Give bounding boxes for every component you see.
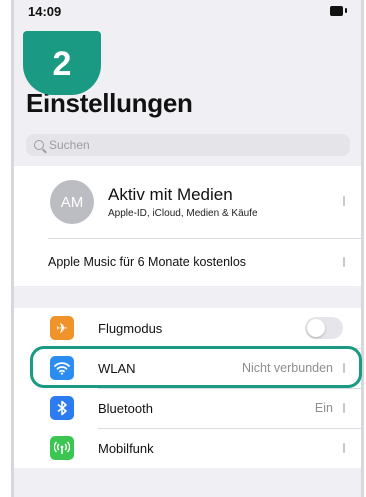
search-input[interactable] [49,138,329,152]
settings-row-mobile-data[interactable]: Mobilfunk [14,428,361,468]
avatar: AM [50,180,94,224]
battery-icon [330,6,343,16]
settings-row-label: WLAN [98,360,136,376]
toggle-knob [307,319,325,337]
search-icon [34,140,44,150]
account-text: Aktiv mit Medien Apple-ID, iCloud, Medie… [108,185,258,219]
bluetooth-status: Ein [314,401,333,415]
apple-music-promo-row[interactable]: Apple Music für 6 Monate kostenlos [14,238,361,286]
settings-group: ✈ Flugmodus WLAN Nicht verbunden Bluetoo… [14,308,361,468]
settings-row-airplane-mode[interactable]: ✈ Flugmodus [14,308,361,348]
antenna-icon [50,436,74,460]
settings-row-wlan[interactable]: WLAN Nicht verbunden [14,348,361,388]
account-subtitle: Apple-ID, iCloud, Medien & Käufe [108,208,258,219]
account-name: Aktiv mit Medien [108,185,233,204]
airplane-icon: ✈ [50,316,74,340]
account-group: AM Aktiv mit Medien Apple-ID, iCloud, Me… [14,166,361,286]
status-bar: 14:09 [14,0,361,24]
battery-tip [345,8,347,13]
status-time: 14:09 [28,4,62,19]
search-bar[interactable] [26,134,350,156]
bluetooth-icon [50,396,74,420]
chevron-right-icon [343,443,345,453]
settings-row-label: Flugmodus [98,320,163,336]
step-number-badge: 2 [23,31,101,95]
wifi-icon [50,356,74,380]
chevron-right-icon [343,196,345,206]
chevron-right-icon [343,257,345,267]
apple-music-promo-label: Apple Music für 6 Monate kostenlos [48,255,247,269]
settings-row-bluetooth[interactable]: Bluetooth Ein [14,388,361,428]
account-row[interactable]: AM Aktiv mit Medien Apple-ID, iCloud, Me… [14,166,361,238]
settings-row-label: Mobilfunk [98,440,154,456]
settings-row-label: Bluetooth [98,400,153,416]
chevron-right-icon [343,403,345,413]
airplane-mode-toggle[interactable] [305,317,343,339]
chevron-right-icon [343,363,345,373]
wlan-status: Nicht verbunden [241,361,333,375]
